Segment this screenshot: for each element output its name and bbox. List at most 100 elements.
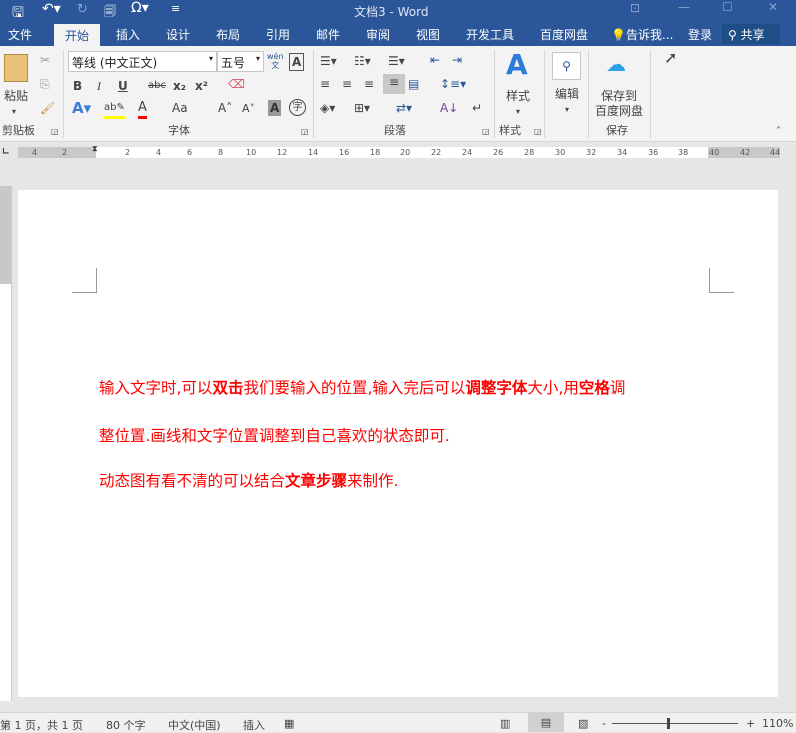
justify-button[interactable]: ≡ [383,74,405,94]
clear-format-icon[interactable]: ⌫ [228,76,245,92]
maximize-icon[interactable]: ☐ [722,0,733,14]
font-color-button[interactable]: A [138,100,147,119]
horizontal-ruler[interactable]: ∟ ⧗ 42 24 68 10 12 14 16 18 20 22 24 26 28 30… [0,144,796,162]
styles-icon[interactable]: A [506,50,528,80]
tab-design[interactable]: 设计 [166,26,190,43]
font-name-select[interactable]: 等线 (中文正文) ▾ [68,51,217,72]
shrink-font-button[interactable]: A˅ [242,101,255,117]
text-line-1[interactable]: 输入文字时,可以双击我们要输入的位置,输入完后可以调整字体大小,用空格调 [99,376,625,398]
mouse-cursor-icon: ➚ [664,48,678,67]
word-count[interactable]: 80 个字 [106,717,146,733]
tab-mailings[interactable]: 邮件 [316,26,340,43]
zoom-slider[interactable] [612,723,738,724]
styles-button[interactable]: 样式 [506,88,530,104]
tab-insert[interactable]: 插入 [116,26,140,43]
strikethrough-button[interactable]: abc [148,78,166,94]
vertical-ruler[interactable] [0,186,12,701]
dialog-launcher-icon[interactable]: ◲ [301,124,309,140]
person-add-icon: ⚲ [728,28,737,42]
enclose-char-button[interactable]: 字 [289,99,306,116]
ribbon-display-icon[interactable]: ⊡ [630,1,640,15]
paste-button[interactable]: 粘贴 [4,88,28,104]
cut-icon[interactable]: ✂ [40,52,50,68]
zoom-in-button[interactable]: + [746,717,755,730]
sort-button[interactable]: A↓ [440,100,458,116]
font-size-select[interactable]: 五号 ▾ [217,51,264,72]
tell-me[interactable]: 💡告诉我... [611,26,673,43]
document-page[interactable]: 输入文字时,可以双击我们要输入的位置,输入完后可以调整字体大小,用空格调 整位置… [18,190,778,697]
underline-button[interactable]: U [118,78,128,94]
subscript-button[interactable]: x₂ [173,78,186,94]
language[interactable]: 中文(中国) [168,717,221,733]
print-preview-icon[interactable]: 🗐 [104,2,116,23]
paste-icon[interactable] [4,54,28,82]
margin-corner [72,268,97,293]
bold-button[interactable]: B [73,78,82,94]
highlight-button[interactable]: ab✎ [104,100,125,119]
char-border-button[interactable]: A [289,53,305,71]
customize-toolbar-icon[interactable]: ≡ [171,2,180,15]
text-effects-button[interactable]: A▾ [72,100,91,116]
align-center-button[interactable]: ≡ [342,76,352,92]
italic-button[interactable]: I [97,78,101,94]
align-right-button[interactable]: ≡ [364,76,374,92]
group-clipboard: 剪贴板 [2,124,35,137]
tab-references[interactable]: 引用 [266,26,290,43]
page-count[interactable]: 第 1 页，共 1 页 [0,717,83,733]
line-spacing-button[interactable]: ↕≡▾ [440,76,466,92]
tab-view[interactable]: 视图 [416,26,440,43]
symbol-icon[interactable]: Ω▾ [131,0,149,16]
zoom-slider-thumb[interactable] [667,718,670,729]
borders-button[interactable]: ⊞▾ [354,100,370,116]
indent-marker[interactable]: ⧗ [92,144,98,154]
baidu-cloud-icon[interactable]: ☁ [606,54,626,74]
undo-icon[interactable]: ↶▾ [42,1,61,17]
change-case-button[interactable]: Aa [172,100,188,116]
char-shading-button[interactable]: A [268,100,282,116]
dialog-launcher-icon[interactable]: ◲ [534,124,542,140]
tab-review[interactable]: 审阅 [366,26,390,43]
macro-record-icon[interactable]: ▦ [284,717,294,730]
increase-indent-button[interactable]: ⇥ [452,52,462,68]
save-to-baidu-button[interactable]: 保存到 [601,88,637,104]
text-line-3[interactable]: 动态图有看不清的可以结合文章步骤来制作. [99,469,398,491]
share-button[interactable]: ⚲ 共享 [722,24,780,44]
tab-selector[interactable]: ∟ [2,147,10,157]
tab-layout[interactable]: 布局 [216,26,240,43]
close-icon[interactable]: ✕ [768,0,778,14]
copy-icon[interactable]: ⎘ [40,76,50,92]
editing-button[interactable]: 编辑 [555,86,579,102]
print-layout-icon[interactable]: ▤ [528,713,564,732]
format-painter-icon[interactable]: 🖌 [40,100,55,116]
show-marks-button[interactable]: ↵ [472,100,482,116]
phonetic-guide-button[interactable]: wén 文 [267,52,284,70]
dialog-launcher-icon[interactable]: ◲ [51,124,59,140]
superscript-button[interactable]: x² [195,78,208,94]
shading-button[interactable]: ◈▾ [320,100,335,116]
zoom-level[interactable]: 110% [762,717,793,730]
chinese-layout-button[interactable]: ⇄▾ [396,100,412,116]
grow-font-button[interactable]: A˄ [218,100,232,116]
login-link[interactable]: 登录 [688,26,712,43]
tab-developer[interactable]: 开发工具 [466,26,514,43]
minimize-icon[interactable]: — [678,0,690,14]
numbering-button[interactable]: ☷▾ [354,53,371,69]
tab-baidu[interactable]: 百度网盘 [540,26,588,43]
collapse-ribbon-icon[interactable]: ˄ [776,124,781,140]
multilevel-list-button[interactable]: ☰▾ [388,53,405,69]
insert-mode[interactable]: 插入 [243,717,265,733]
bullets-button[interactable]: ☰▾ [320,53,337,69]
decrease-indent-button[interactable]: ⇤ [430,52,440,68]
read-mode-icon[interactable]: ▥ [500,717,510,730]
text-line-2[interactable]: 整位置.画线和文字位置调整到自己喜欢的状态即可. [99,424,450,446]
tab-file[interactable]: 文件 [8,26,32,43]
distributed-button[interactable]: ▤ [408,76,419,92]
align-left-button[interactable]: ≡ [320,76,330,92]
web-layout-icon[interactable]: ▧ [578,717,588,730]
ribbon-tabs: 文件 开始 插入 设计 布局 引用 邮件 审阅 视图 开发工具 百度网盘 💡告诉… [0,22,796,46]
redo-icon[interactable]: ↻ [77,2,88,17]
dialog-launcher-icon[interactable]: ◲ [482,124,490,140]
zoom-out-button[interactable]: - [602,717,606,730]
tab-home[interactable]: 开始 [54,24,101,46]
find-icon[interactable]: ⚲ [552,52,581,80]
